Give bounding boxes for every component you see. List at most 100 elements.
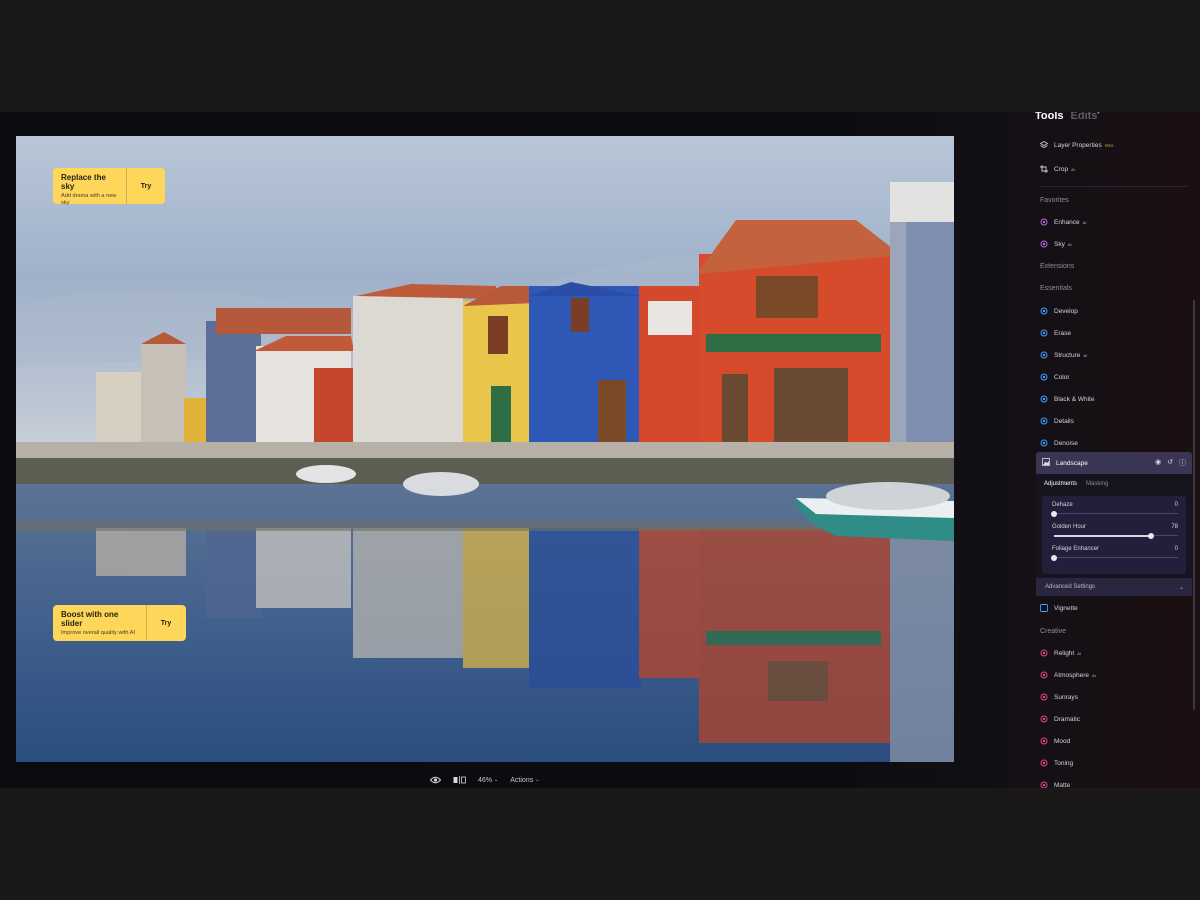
promo-boost: Boost with one slider Improve overall qu… <box>53 605 186 641</box>
tool-label: Vignette <box>1054 604 1078 612</box>
section-essentials: Essentials <box>1040 285 1072 292</box>
color-icon <box>1040 373 1048 381</box>
tab-edits[interactable]: Edits• <box>1071 112 1100 122</box>
adjustments-box: Dehaze 0 Golden Hour 78 Foliage Enhancer 0 <box>1042 496 1186 574</box>
tool-matte[interactable]: Matte <box>1040 778 1070 788</box>
ai-badge: AI <box>1071 166 1075 172</box>
letterbox-bottom <box>0 788 1200 900</box>
canvas-toolbar: 46% ⌄ Actions ⌄ <box>430 776 539 784</box>
tool-black-and-white[interactable]: Black & White <box>1040 392 1094 406</box>
chevron-down-icon: ⌄ <box>1178 584 1184 591</box>
dramatic-icon <box>1040 715 1048 723</box>
sky-icon <box>1040 240 1048 248</box>
slider-track-foliage-enhancer[interactable] <box>1054 557 1178 558</box>
slider-handle-golden-hour[interactable] <box>1147 532 1154 539</box>
edits-marker: • <box>1097 112 1100 117</box>
toning-icon <box>1040 759 1048 767</box>
tool-sky[interactable]: Sky AI <box>1040 237 1072 251</box>
tool-label: Details <box>1054 417 1074 425</box>
promo-boost-try-button[interactable]: Try <box>147 605 185 641</box>
info-icon[interactable]: ⓘ <box>1179 458 1186 468</box>
tool-structure[interactable]: Structure AI <box>1040 348 1087 362</box>
section-favorites: Favorites <box>1040 197 1069 204</box>
tab-tools[interactable]: Tools <box>1035 112 1064 122</box>
pro-badge: PRO <box>1104 142 1114 148</box>
tool-denoise[interactable]: Denoise <box>1040 436 1078 450</box>
actions-dropdown[interactable]: Actions ⌄ <box>510 777 539 784</box>
tool-label: Crop <box>1054 165 1069 173</box>
tool-label: Structure <box>1054 351 1081 359</box>
ai-badge: AI <box>1082 219 1087 225</box>
tool-color[interactable]: Color <box>1040 370 1070 384</box>
tool-details[interactable]: Details <box>1040 414 1074 428</box>
photo-canvas[interactable]: Replace the sky Add drama with a new sky… <box>16 136 954 762</box>
slider-fill <box>1054 534 1151 537</box>
tool-mood[interactable]: Mood <box>1040 734 1070 748</box>
tool-landscape[interactable]: Landscape ◉ ↺ ⓘ <box>1036 452 1192 474</box>
section-creative: Creative <box>1040 628 1067 635</box>
ai-badge: AI <box>1077 650 1082 656</box>
panel-tabs: Tools Edits• <box>1035 112 1100 122</box>
promo-replace-sky: Replace the sky Add drama with a new sky… <box>53 168 165 206</box>
slider-value-golden-hour: 78 <box>1171 524 1178 530</box>
tool-label: Enhance <box>1054 218 1080 226</box>
promo-boost-subtitle: Improve overall quality with AI <box>61 630 135 636</box>
details-icon <box>1040 417 1048 425</box>
tool-sunrays[interactable]: Sunrays <box>1040 690 1078 704</box>
tool-label: Black & White <box>1054 395 1095 403</box>
subtab-adjustments[interactable]: Adjustments <box>1044 481 1077 487</box>
divider <box>1040 186 1188 187</box>
photo-image <box>16 136 954 762</box>
relight-icon <box>1040 649 1048 657</box>
atmosphere-icon <box>1040 671 1048 679</box>
zoom-dropdown[interactable]: 46% ⌄ <box>478 777 498 784</box>
visibility-eye-icon[interactable]: ◉ <box>1155 458 1161 468</box>
slider-value-foliage-enhancer: 0 <box>1174 546 1178 552</box>
compare-split-icon[interactable] <box>453 776 466 784</box>
tool-label: Layer Properties <box>1054 141 1102 149</box>
tools-panel: Tools Edits• Layer Properties PRO Crop A… <box>1030 112 1200 788</box>
slider-track-dehaze[interactable] <box>1054 513 1178 514</box>
advanced-settings-toggle[interactable]: Advanced Settings ⌄ <box>1036 578 1192 596</box>
tool-label: Erase <box>1054 329 1071 337</box>
vignette-icon <box>1040 604 1048 612</box>
tool-label: Atmosphere <box>1054 671 1090 679</box>
slider-label-golden-hour: Golden Hour <box>1052 524 1087 530</box>
tool-label: Denoise <box>1054 439 1078 447</box>
tool-develop[interactable]: Develop <box>1040 304 1078 318</box>
tool-label: Toning <box>1054 759 1074 767</box>
tool-atmosphere[interactable]: Atmosphere AI <box>1040 668 1096 682</box>
actions-label: Actions <box>510 776 534 784</box>
enhance-icon <box>1040 218 1048 226</box>
tool-toning[interactable]: Toning <box>1040 756 1073 770</box>
panel-scrollbar[interactable] <box>1193 300 1195 710</box>
tool-label: Sky <box>1054 240 1065 248</box>
slider-value-dehaze: 0 <box>1174 502 1178 508</box>
preview-eye-icon[interactable] <box>430 776 441 784</box>
tool-dramatic[interactable]: Dramatic <box>1040 712 1080 726</box>
slider-handle-foliage-enhancer[interactable] <box>1051 554 1057 561</box>
tab-edits-label: Edits <box>1070 112 1098 122</box>
tool-layer-properties[interactable]: Layer Properties PRO <box>1039 138 1114 152</box>
subtab-masking[interactable]: Masking <box>1086 481 1108 487</box>
erase-icon <box>1040 329 1048 337</box>
slider-label-dehaze: Dehaze <box>1052 502 1073 508</box>
tool-erase[interactable]: Erase <box>1040 326 1071 340</box>
reset-undo-icon[interactable]: ↺ <box>1167 458 1173 468</box>
ai-badge: AI <box>1083 352 1088 358</box>
landscape-settings: Adjustments Masking Dehaze 0 Golden Hour 78… <box>1036 474 1192 596</box>
slider-handle-dehaze[interactable] <box>1051 510 1057 517</box>
develop-icon <box>1040 307 1048 315</box>
tool-crop[interactable]: Crop AI <box>1040 162 1075 176</box>
tool-relight[interactable]: Relight AI <box>1040 646 1081 660</box>
landscape-label: Landscape <box>1056 459 1088 467</box>
zoom-level: 46% <box>478 776 493 784</box>
tool-enhance[interactable]: Enhance AI <box>1040 215 1086 229</box>
slider-label-foliage-enhancer: Foliage Enhancer <box>1052 546 1100 552</box>
tool-label: Color <box>1054 373 1070 381</box>
editor-window: Replace the sky Add drama with a new sky… <box>0 112 1200 788</box>
section-extensions: Extensions <box>1040 263 1075 270</box>
tool-vignette[interactable]: Vignette <box>1040 601 1078 615</box>
promo-boost-title: Boost with one slider <box>61 610 119 628</box>
promo-sky-try-button[interactable]: Try <box>127 168 165 204</box>
